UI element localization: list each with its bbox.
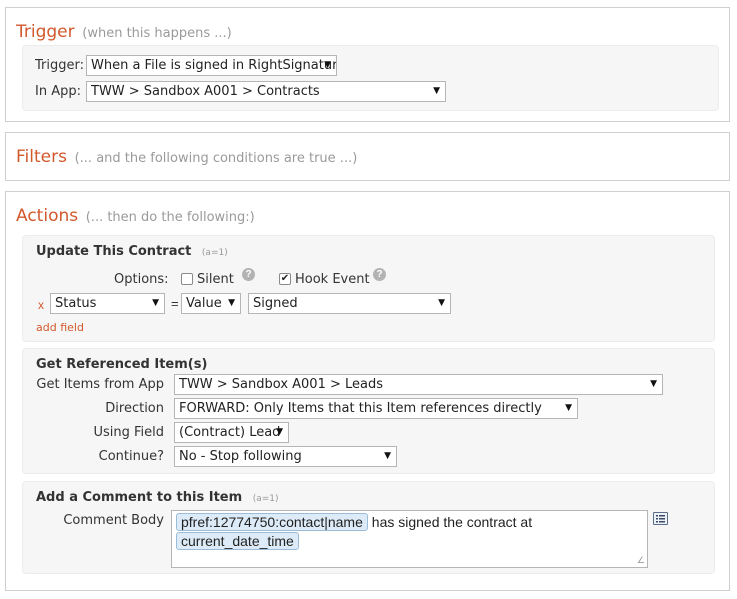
in-app-select[interactable]: TWW > Sandbox A001 > Contracts ▼ [86,81,446,102]
trigger-title: Trigger [16,22,75,42]
trigger-select[interactable]: When a File is signed in RightSignature … [86,55,337,76]
caret-down-icon: ▼ [438,298,445,308]
comment-token-current-date-time[interactable]: current_date_time [176,532,299,550]
actions-hint: (... then do the following:) [85,210,255,225]
value-type-select-value: Value [186,296,222,311]
from-app-label: Get Items from App [36,377,164,392]
hook-event-checkbox[interactable]: ✔ [279,273,291,285]
filters-title: Filters [16,147,67,167]
continue-select[interactable]: No - Stop following ▼ [174,446,397,467]
add-comment-title-row: Add a Comment to this Item (a=1) [36,490,279,505]
caret-down-icon: ▼ [228,298,235,308]
caret-down-icon: ▼ [152,298,159,308]
trigger-label: Trigger: [35,58,84,73]
remove-field-icon[interactable]: x [38,298,44,312]
actions-title: Actions [16,206,79,226]
continue-select-value: No - Stop following [179,449,302,464]
trigger-hint: (when this happens ...) [82,26,232,41]
question-circle-icon[interactable]: ? [242,268,255,281]
comment-body-content: pfref:12774750:contact|name has signed t… [176,513,643,551]
resize-grip-icon[interactable]: ∠ [637,555,645,566]
from-app-select-value: TWW > Sandbox A001 > Leads [179,377,384,392]
caret-down-icon: ▼ [433,86,440,96]
token-picker-icon[interactable] [653,512,668,525]
caret-down-icon: ▼ [324,60,331,70]
options-label: Options: [114,272,169,287]
update-contract-title: Update This Contract [36,244,192,259]
filters-hint: (... and the following conditions are tr… [74,151,358,166]
using-field-select-value: (Contract) Lead [179,425,281,440]
actions-heading: Actions (... then do the following:) [16,206,255,226]
trigger-select-value: When a File is signed in RightSignature [91,58,337,73]
add-comment-meta: (a=1) [252,494,279,504]
direction-select-value: FORWARD: Only Items that this Item refer… [179,401,542,416]
continue-label: Continue? [98,449,164,464]
using-field-label: Using Field [93,425,164,440]
add-comment-title: Add a Comment to this Item [36,490,243,505]
in-app-select-value: TWW > Sandbox A001 > Contracts [91,84,320,99]
direction-label: Direction [105,401,164,416]
comment-token-contact-name[interactable]: pfref:12774750:contact|name [176,513,368,531]
field-value-select-value: Signed [253,296,298,311]
hook-event-label: Hook Event [295,272,370,287]
update-contract-title-row: Update This Contract (a=1) [36,244,228,259]
field-value-select[interactable]: Signed ▼ [248,293,451,314]
in-app-label: In App: [35,84,81,99]
caret-down-icon: ▼ [565,403,572,413]
actions-panel: Actions (... then do the following:) Upd… [5,191,730,591]
referenced-items-title: Get Referenced Item(s) [36,357,208,372]
silent-checkbox[interactable] [181,273,193,285]
trigger-panel: Trigger (when this happens ...) Trigger:… [5,7,730,122]
comment-text: has signed the contract at [371,514,533,530]
comment-body-label: Comment Body [63,513,164,528]
comment-body-textarea[interactable]: pfref:12774750:contact|name has signed t… [171,510,648,568]
caret-down-icon: ▼ [384,451,391,461]
update-contract-meta: (a=1) [201,248,228,258]
filters-panel: Filters (... and the following condition… [5,132,730,181]
from-app-select[interactable]: TWW > Sandbox A001 > Leads ▼ [174,374,663,395]
direction-select[interactable]: FORWARD: Only Items that this Item refer… [174,398,578,419]
question-circle-icon[interactable]: ? [373,268,386,281]
value-type-select[interactable]: Value ▼ [181,293,241,314]
silent-label: Silent [197,272,234,287]
field-select-value: Status [55,296,97,311]
using-field-select[interactable]: (Contract) Lead ▼ [174,422,289,443]
caret-down-icon: ▼ [276,427,283,437]
add-field-link[interactable]: add field [36,321,84,334]
filters-heading[interactable]: Filters (... and the following condition… [16,147,357,167]
field-select[interactable]: Status ▼ [50,293,165,314]
equals-sign: = [171,296,179,311]
trigger-heading: Trigger (when this happens ...) [16,22,232,42]
caret-down-icon: ▼ [650,379,657,389]
